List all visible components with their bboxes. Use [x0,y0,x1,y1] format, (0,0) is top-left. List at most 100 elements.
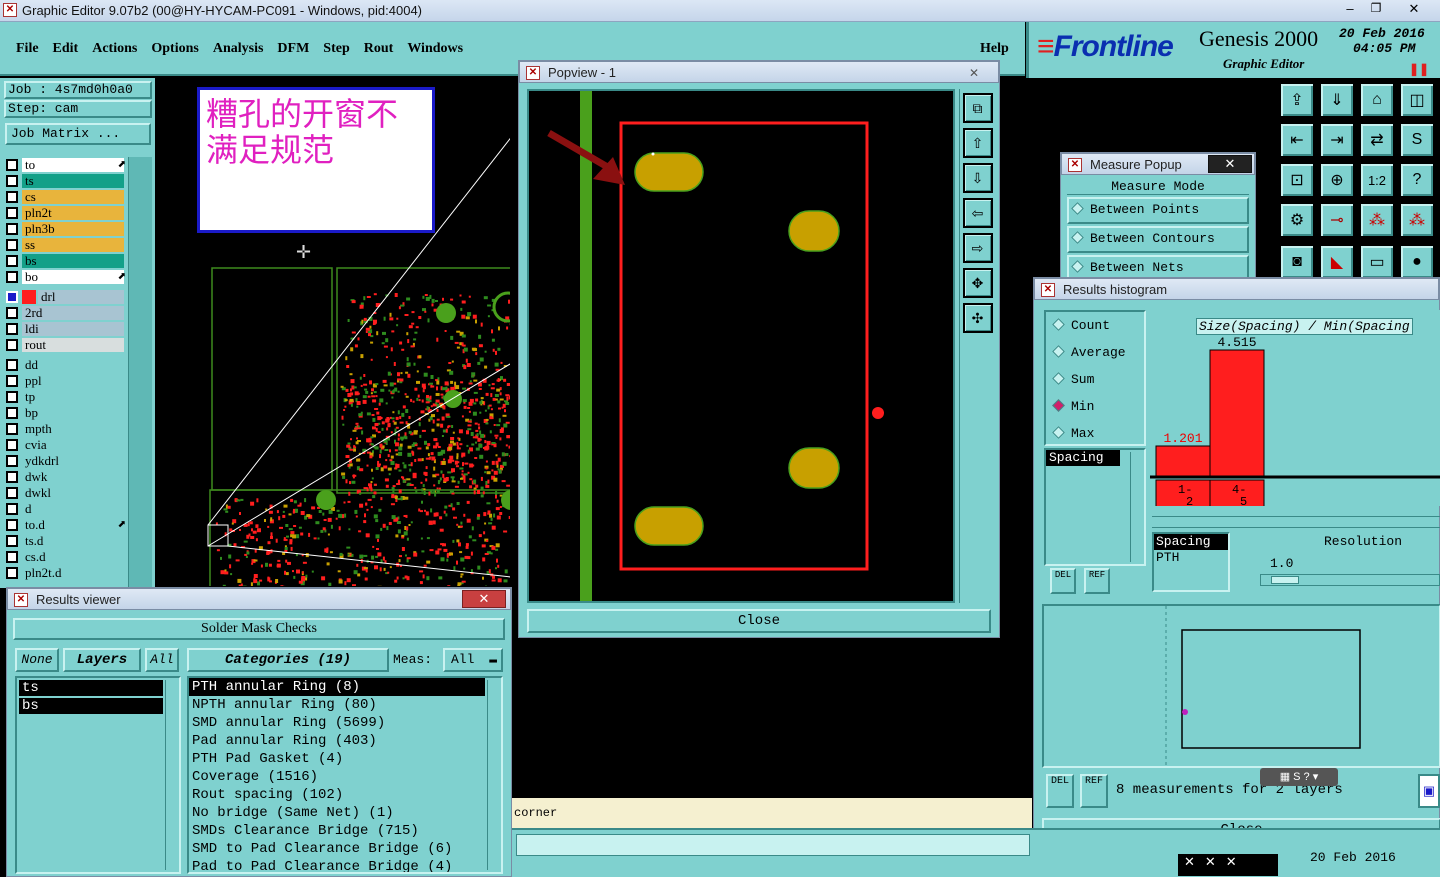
record-icon[interactable]: ● [1399,244,1435,280]
resolution-slider[interactable] [1260,574,1440,586]
layer-row[interactable]: cs.d [6,549,124,564]
layer-checkbox[interactable] [6,422,18,435]
category-item[interactable]: SMDs Clearance Bridge (715) [189,822,501,840]
zoom-out-icon[interactable]: ✥ [962,268,993,298]
category-item[interactable]: Coverage (1516) [189,768,501,786]
layer-scrollbar[interactable] [128,157,152,587]
spacing-list-item-pth[interactable]: PTH [1154,550,1228,566]
layer-checkbox[interactable] [6,322,18,335]
stat-radio-max[interactable]: Max [1046,420,1144,447]
minimize-button[interactable]: – [1338,1,1362,19]
menu-actions[interactable]: Actions [92,41,137,57]
spacing-list-item[interactable]: Spacing [1154,534,1228,550]
layer-checkbox[interactable] [6,518,18,531]
prev-icon[interactable]: ⇤ [1279,122,1315,158]
layer-row[interactable]: to ⬈ [6,157,126,172]
layer-row[interactable]: dwkl [6,485,124,500]
category-item[interactable]: PTH Pad Gasket (4) [189,750,501,768]
category-item[interactable]: SMD annular Ring (5699) [189,714,501,732]
layer-checkbox[interactable] [6,306,18,319]
popview-close-x[interactable]: ✕ [960,62,988,84]
layer-checkbox[interactable] [6,158,18,171]
layer-row[interactable]: tp [6,389,124,404]
layer-checkbox[interactable] [6,566,18,579]
layer-checkbox[interactable] [6,190,18,203]
layer-checkbox[interactable] [6,374,18,387]
layer-checkbox[interactable] [6,534,18,547]
layer-checkbox[interactable] [6,238,18,251]
layer-row[interactable]: ldi [6,321,124,336]
category-item[interactable]: Rout spacing (102) [189,786,501,804]
layer-checkbox[interactable] [6,390,18,403]
categories-scrollbar[interactable] [487,680,499,870]
layer-down-icon[interactable]: ⇓ [1319,82,1355,118]
job-matrix-button[interactable]: Job Matrix ... [5,123,151,145]
histogram-list-item[interactable]: Spacing [1046,450,1120,466]
layer-row[interactable]: mpth [6,421,124,436]
tools-icon[interactable]: ⚙ [1279,202,1315,238]
category-item[interactable]: NPTH annular Ring (80) [189,696,501,714]
histogram-del-button[interactable]: DEL [1050,568,1076,594]
scale-icon[interactable]: 1:2 [1359,162,1395,198]
layer-checkbox[interactable] [6,550,18,563]
histogram-side-icon[interactable]: ▣ [1418,774,1440,808]
layer-checkbox[interactable] [6,406,18,419]
layer-row[interactable]: pln2t [6,205,124,220]
layer-row[interactable]: 2rd [6,305,124,320]
measure-option[interactable]: Between Contours [1067,226,1249,253]
menu-step[interactable]: Step [323,41,349,57]
pan-left-icon[interactable]: ⇦ [962,198,993,228]
meas-dropdown[interactable]: All ▬ [443,648,503,672]
menu-help[interactable]: Help [980,41,1009,57]
category-item[interactable]: Pad annular Ring (403) [189,732,501,750]
layer-checkbox[interactable] [6,254,18,267]
histogram-preview[interactable] [1042,604,1440,768]
menu-windows[interactable]: Windows [407,41,463,57]
category-item[interactable]: No bridge (Same Net) (1) [189,804,501,822]
histogram-bar[interactable] [1209,349,1265,477]
maximize-button[interactable]: ❐ [1364,1,1388,19]
layer-row[interactable]: cvia [6,437,124,452]
layer-checkbox[interactable] [6,502,18,515]
layer-row[interactable]: pln2t.d [6,565,124,580]
key-icon[interactable]: ⊸ [1319,202,1355,238]
stat-radio-min[interactable]: Min [1046,393,1144,420]
layer-row[interactable]: ts.d [6,533,124,548]
layer-row[interactable]: ts [6,173,124,188]
pan-up-icon[interactable]: ⇧ [962,128,993,158]
net-icon[interactable]: ⁂ [1359,202,1395,238]
category-item[interactable]: Pad to Pad Clearance Bridge (4) [189,858,501,872]
layer-checkbox[interactable] [6,454,18,467]
snap-icon[interactable]: S [1399,122,1435,158]
layer-checkbox[interactable] [6,470,18,483]
results-layer-item[interactable]: ts [19,680,163,696]
stat-radio-average[interactable]: Average [1046,339,1144,366]
layer-row[interactable]: bo ⬈ [6,269,126,284]
layer-row[interactable]: to.d ⬈ [6,517,126,532]
layer-row[interactable]: drl [6,289,124,304]
graphic-canvas[interactable]: ✛ 糟孔的开窗不满足规范 [155,78,520,586]
histogram-del-button-2[interactable]: DEL [1046,774,1074,808]
layer-row[interactable]: ppl [6,373,124,388]
results-close-x[interactable]: ✕ [462,590,506,608]
pan-down-icon[interactable]: ⇩ [962,163,993,193]
layer-row[interactable]: dwk [6,469,124,484]
none-button[interactable]: None [15,648,59,672]
layer-checkbox[interactable] [6,486,18,499]
net-alt-icon[interactable]: ⁂ [1399,202,1435,238]
layer-up-icon[interactable]: ⇪ [1279,82,1315,118]
swap-icon[interactable]: ⇄ [1359,122,1395,158]
chart-hscroll[interactable] [1152,516,1440,528]
histogram-bar[interactable] [1155,445,1211,477]
popview-canvas[interactable] [527,89,955,603]
categories-button[interactable]: Categories (19) [187,648,389,672]
layer-row[interactable]: ydkdrl [6,453,124,468]
layer-row[interactable]: cs [6,189,124,204]
layer-row[interactable]: d [6,501,124,516]
menu-options[interactable]: Options [151,41,198,57]
layer-row[interactable]: ss [6,237,124,252]
popview-close-button[interactable]: Close [527,609,991,633]
menu-analysis[interactable]: Analysis [213,41,264,57]
menu-dfm[interactable]: DFM [277,41,309,57]
histogram-ref-button[interactable]: REF [1084,568,1110,594]
